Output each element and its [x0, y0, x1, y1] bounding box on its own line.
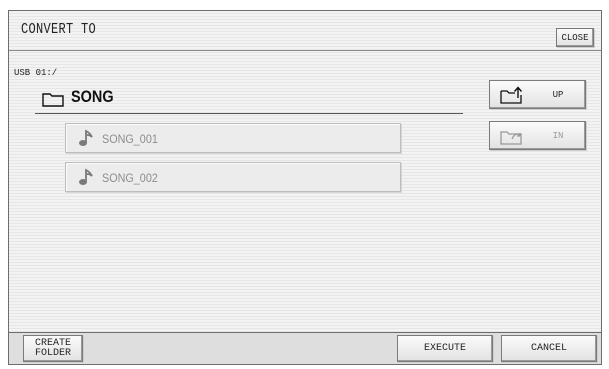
bottom-bar: CREATE FOLDER EXECUTE CANCEL: [9, 332, 601, 364]
current-path: USB 01:/: [14, 68, 58, 78]
folder-in-icon: [500, 131, 522, 145]
file-name: SONG_001: [102, 132, 158, 146]
folder-up-icon: [500, 86, 523, 104]
in-button[interactable]: IN: [489, 121, 586, 150]
current-folder-name: SONG: [71, 87, 114, 106]
music-note-icon: [79, 168, 93, 185]
current-folder-row: SONG: [35, 83, 463, 114]
file-name: SONG_002: [102, 171, 158, 185]
in-label: IN: [552, 131, 564, 141]
dialog-title: CONVERT TO: [21, 20, 97, 38]
title-bar: CONVERT TO CLOSE: [9, 11, 601, 51]
up-label: UP: [552, 90, 564, 100]
cancel-button[interactable]: CANCEL: [501, 335, 597, 362]
file-item-song-002[interactable]: SONG_002: [65, 162, 401, 192]
convert-dialog: CONVERT TO CLOSE USB 01:/ SONG SONG_001 …: [8, 10, 602, 365]
up-button[interactable]: UP: [489, 80, 586, 109]
create-folder-button[interactable]: CREATE FOLDER: [23, 335, 83, 362]
file-item-song-001[interactable]: SONG_001: [65, 123, 401, 153]
folder-icon: [42, 93, 64, 107]
create-folder-line1: CREATE: [34, 337, 71, 349]
music-note-icon: [79, 129, 93, 146]
create-folder-line2: FOLDER: [34, 347, 71, 359]
close-button[interactable]: CLOSE: [556, 28, 594, 47]
execute-button[interactable]: EXECUTE: [397, 335, 493, 362]
